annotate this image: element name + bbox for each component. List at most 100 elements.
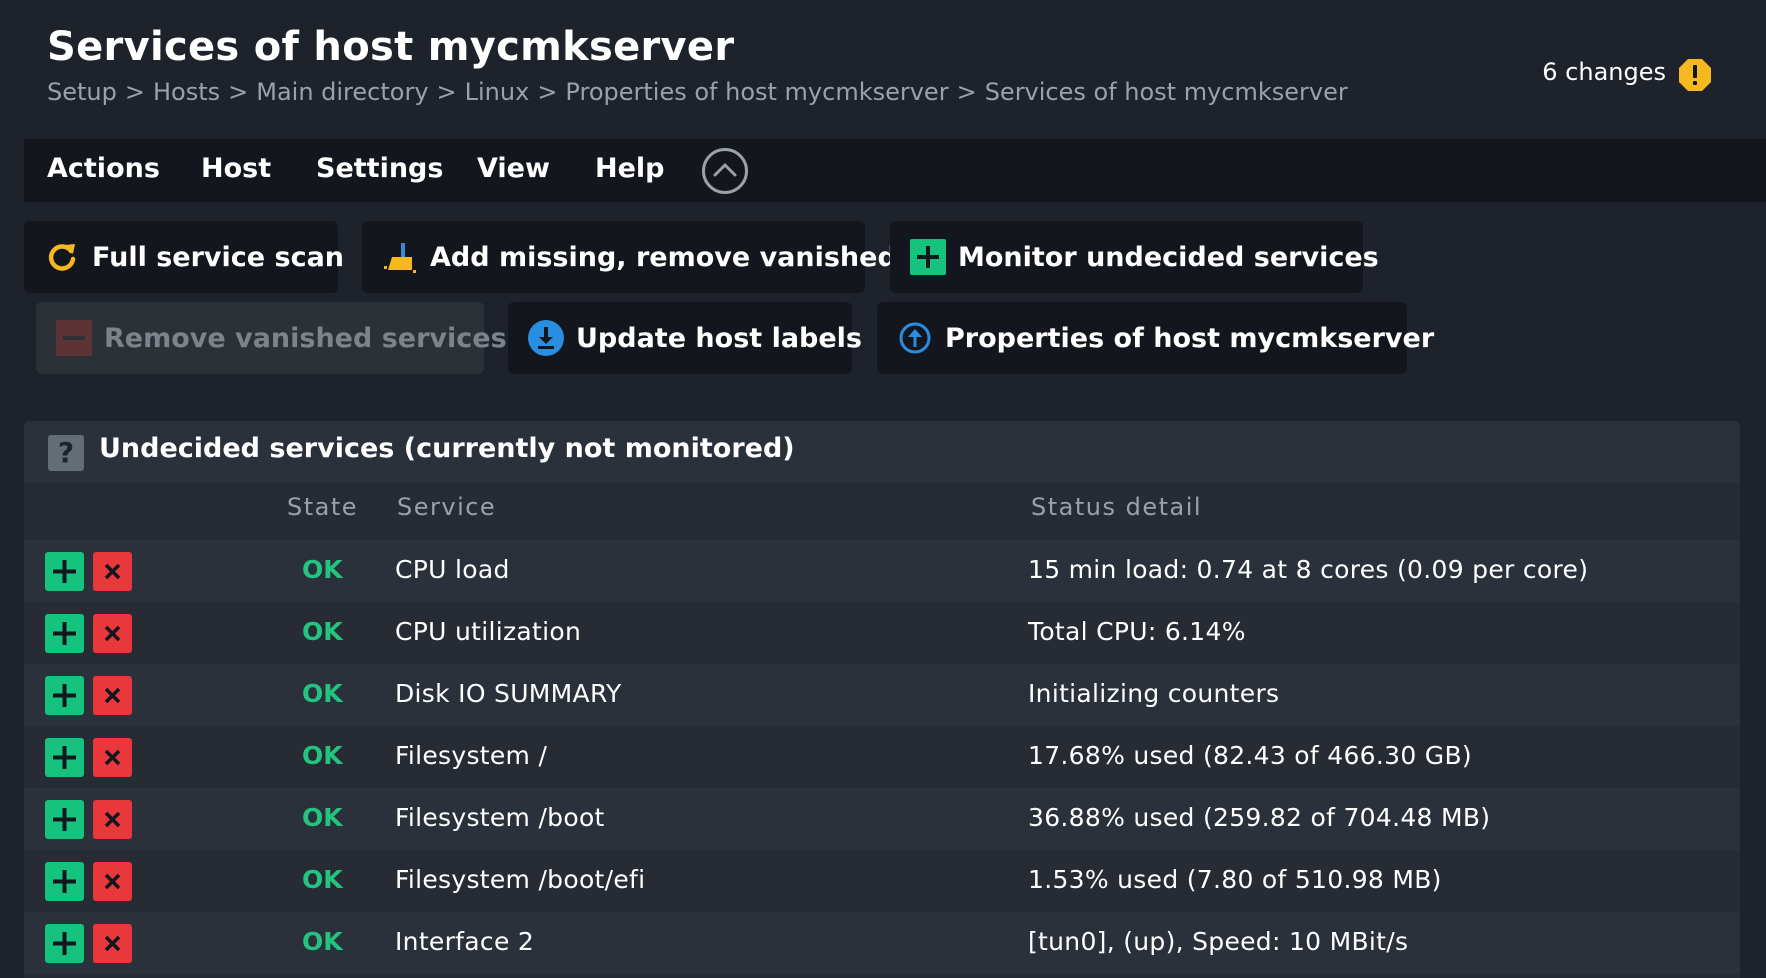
remove-vanished-label: Remove vanished services <box>104 322 507 354</box>
plus-icon <box>53 622 76 645</box>
breadcrumb-separator: > <box>956 78 977 106</box>
disable-service-button[interactable] <box>93 862 132 901</box>
plus-icon <box>53 684 76 707</box>
service-name: Filesystem /boot <box>395 803 605 832</box>
collapse-menu-button[interactable] <box>702 148 748 194</box>
breadcrumb-separator: > <box>537 78 558 106</box>
breadcrumb-item[interactable]: Properties of host mycmkserver <box>565 78 948 106</box>
breadcrumb: Setup > Hosts > Main directory > Linux > Propert… <box>47 78 1348 106</box>
breadcrumb-separator: > <box>436 78 457 106</box>
disable-service-button[interactable] <box>93 676 132 715</box>
warning-icon[interactable] <box>1678 58 1712 92</box>
monitor-service-button[interactable] <box>45 800 84 839</box>
table-row: OK Interface 2 [tun0], (up), Speed: 10 M… <box>24 912 1740 974</box>
plus-icon <box>53 746 76 769</box>
monitor-service-button[interactable] <box>45 676 84 715</box>
breadcrumb-item[interactable]: Services of host mycmkserver <box>985 78 1348 106</box>
table-row: OK CPU utilization Total CPU: 6.14% <box>24 602 1740 664</box>
add-missing-label: Add missing, remove vanished <box>430 241 897 273</box>
breadcrumb-item[interactable]: Main directory <box>256 78 428 106</box>
service-name: CPU utilization <box>395 617 582 646</box>
refresh-icon <box>48 244 76 271</box>
status-detail: 1.53% used (7.80 of 510.98 MB) <box>1028 865 1442 894</box>
breadcrumb-item[interactable]: Linux <box>465 78 530 106</box>
column-header-service: Service <box>397 493 497 521</box>
menu-host[interactable]: Host <box>201 153 271 184</box>
disable-service-button[interactable] <box>93 738 132 777</box>
remove-vanished-button[interactable]: Remove vanished services <box>36 302 507 374</box>
panel-header[interactable]: ? Undecided services (currently not moni… <box>24 421 1740 483</box>
update-host-labels-button[interactable]: Update host labels <box>508 302 862 374</box>
update-host-labels-label: Update host labels <box>576 322 863 354</box>
status-detail: Initializing counters <box>1028 679 1280 708</box>
monitor-service-button[interactable] <box>45 924 84 963</box>
state-badge: OK <box>302 679 343 708</box>
state-badge: OK <box>302 927 343 956</box>
minus-icon <box>56 320 92 356</box>
panel-title: Undecided services (currently not monito… <box>99 433 795 464</box>
service-name: Interface 2 <box>395 927 535 956</box>
state-badge: OK <box>302 803 343 832</box>
table-row: OK Filesystem /boot/efi 1.53% used (7.80… <box>24 850 1740 912</box>
disable-service-button[interactable] <box>93 552 132 591</box>
close-icon <box>104 625 121 642</box>
status-detail: 36.88% used (259.82 of 704.48 MB) <box>1028 803 1491 832</box>
breadcrumb-item[interactable]: Hosts <box>153 78 220 106</box>
service-name: Disk IO SUMMARY <box>395 679 622 708</box>
close-icon <box>104 935 121 952</box>
state-badge: OK <box>302 617 343 646</box>
state-badge: OK <box>302 741 343 770</box>
disable-service-button[interactable] <box>93 614 132 653</box>
table-row: OK Disk IO SUMMARY Initializing counters <box>24 664 1740 726</box>
full-service-scan-button[interactable]: Full service scan <box>24 221 344 293</box>
close-icon <box>104 563 121 580</box>
changes-link[interactable]: 6 changes <box>1542 58 1666 86</box>
column-header-state: State <box>287 493 359 521</box>
plus-icon <box>53 560 76 583</box>
table-row: OK Filesystem /boot 36.88% used (259.82 … <box>24 788 1740 850</box>
service-name: Filesystem / <box>395 741 548 770</box>
plus-icon <box>53 870 76 893</box>
menu-help[interactable]: Help <box>595 153 665 184</box>
close-icon <box>104 687 121 704</box>
table-row: OK Filesystem / 17.68% used (82.43 of 46… <box>24 726 1740 788</box>
disable-service-button[interactable] <box>93 924 132 963</box>
table-row: OK CPU load 15 min load: 0.74 at 8 cores… <box>24 540 1740 602</box>
close-icon <box>104 811 121 828</box>
plus-icon <box>910 239 946 275</box>
properties-of-host-button[interactable]: Properties of host mycmkserver <box>877 302 1434 374</box>
disable-service-button[interactable] <box>93 800 132 839</box>
menubar: Actions Host Settings View Help <box>24 139 1766 202</box>
chevron-up-icon <box>713 163 737 177</box>
add-missing-remove-vanished-button[interactable]: Add missing, remove vanished <box>362 221 897 293</box>
up-arrow-circle-icon <box>899 322 931 354</box>
page: Services of host mycmkserver Setup > Hosts… <box>0 0 1766 978</box>
monitor-service-button[interactable] <box>45 862 84 901</box>
state-badge: OK <box>302 555 343 584</box>
monitor-undecided-button[interactable]: Monitor undecided services <box>890 221 1379 293</box>
status-detail: Total CPU: 6.14% <box>1028 617 1246 646</box>
monitor-undecided-label: Monitor undecided services <box>958 241 1379 273</box>
undecided-services-panel: ? Undecided services (currently not moni… <box>24 421 1740 978</box>
status-detail: [tun0], (up), Speed: 10 MBit/s <box>1028 927 1409 956</box>
status-detail: 17.68% used (82.43 of 466.30 GB) <box>1028 741 1472 770</box>
close-icon <box>104 749 121 766</box>
menu-actions[interactable]: Actions <box>47 153 160 184</box>
breadcrumb-separator: > <box>124 78 145 106</box>
monitor-service-button[interactable] <box>45 614 84 653</box>
broom-icon <box>384 243 416 273</box>
plus-icon <box>53 932 76 955</box>
page-title: Services of host mycmkserver <box>47 24 735 70</box>
monitor-service-button[interactable] <box>45 552 84 591</box>
menu-view[interactable]: View <box>477 153 550 184</box>
full-service-scan-label: Full service scan <box>92 241 345 273</box>
state-badge: OK <box>302 865 343 894</box>
monitor-service-button[interactable] <box>45 738 84 777</box>
status-detail: 15 min load: 0.74 at 8 cores (0.09 per c… <box>1028 555 1589 584</box>
breadcrumb-item[interactable]: Setup <box>47 78 117 106</box>
menu-settings[interactable]: Settings <box>316 153 443 184</box>
properties-of-host-label: Properties of host mycmkserver <box>945 322 1435 354</box>
close-icon <box>104 873 121 890</box>
question-icon: ? <box>48 435 84 471</box>
download-icon <box>528 320 564 356</box>
